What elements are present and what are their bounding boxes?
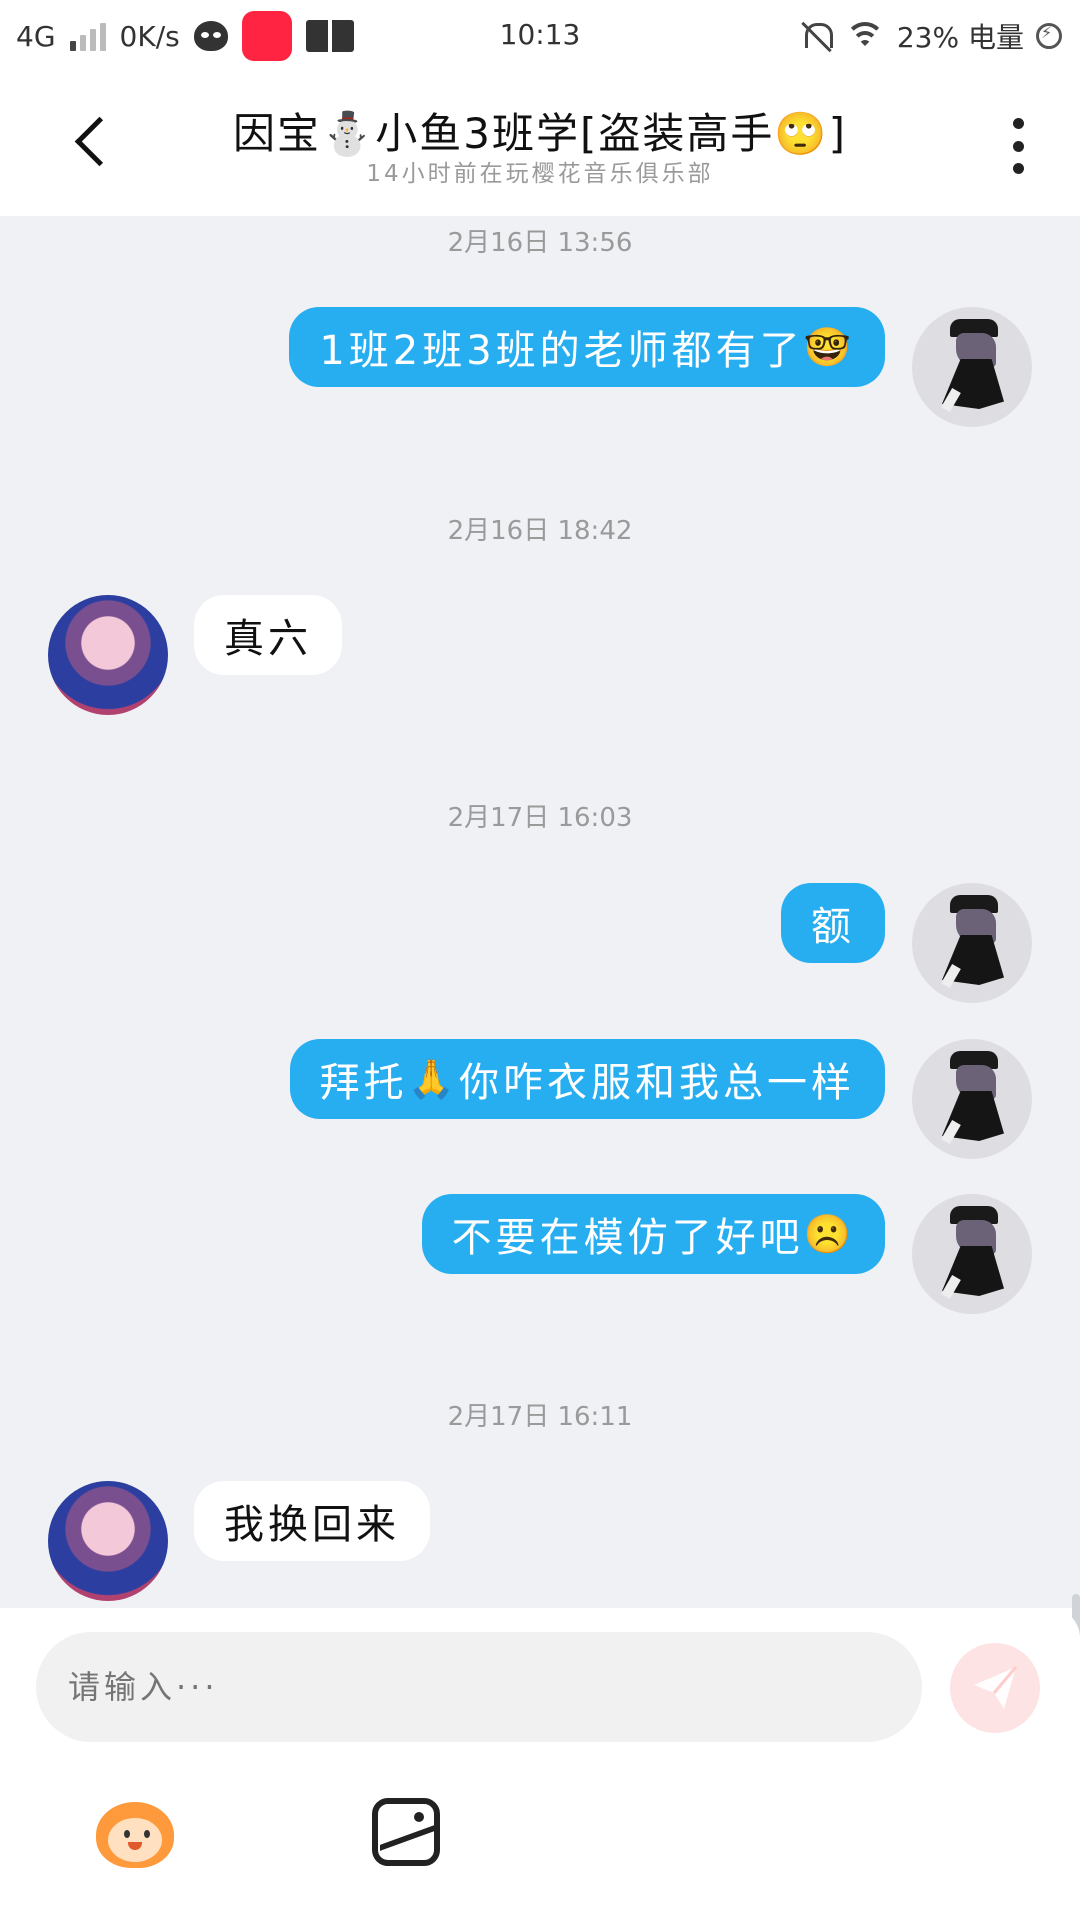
message-bubble-sent[interactable]: 拜托 🙏 你咋衣服和我总一样: [289, 1039, 885, 1119]
emoji-button[interactable]: [90, 1794, 180, 1870]
message-text: 我换回来: [224, 1502, 400, 1548]
my-avatar[interactable]: [912, 307, 1032, 427]
message-bubble-received[interactable]: 我换回来: [194, 1481, 430, 1561]
message-bubble-sent[interactable]: 额: [781, 883, 885, 963]
contact-avatar[interactable]: [48, 595, 168, 715]
paper-plane-icon: [974, 1666, 1018, 1709]
my-avatar[interactable]: [912, 1039, 1032, 1159]
charging-icon: [1036, 23, 1062, 49]
message-text: 拜托: [319, 1060, 408, 1106]
my-avatar[interactable]: [912, 883, 1032, 1003]
message-text: 1班2班3班的老师都有了: [319, 328, 804, 374]
chat-title: 因宝⛄小鱼3班学[盗装高手🙄]: [232, 109, 848, 158]
message-timestamp: 2月16日 18:42: [447, 516, 633, 546]
chat-messages[interactable]: 2月16日 13:56 1班2班3班的老师都有了 🤓 2月16日 18:42 真六…: [0, 216, 1080, 1680]
wifi-icon: [844, 20, 885, 52]
my-avatar[interactable]: [912, 1194, 1032, 1314]
send-button[interactable]: [950, 1643, 1040, 1733]
status-right: 23% 电量: [799, 16, 1062, 56]
message-bubble-sent[interactable]: 不要在模仿了好吧 ☹️: [421, 1194, 885, 1274]
message-bubble-sent[interactable]: 1班2班3班的老师都有了 🤓: [289, 307, 885, 387]
message-input[interactable]: [36, 1632, 922, 1742]
image-icon: [414, 1812, 424, 1822]
message-timestamp: 2月17日 16:11: [447, 1402, 633, 1432]
mute-bell-icon: [799, 19, 833, 53]
message-text: 你咋衣服和我总一样: [459, 1060, 855, 1106]
input-panel: [0, 1608, 1080, 1920]
message-text: 不要在模仿了好吧: [451, 1215, 804, 1261]
chat-header: 因宝⛄小鱼3班学[盗装高手🙄] 14小时前在玩樱花音乐俱乐部: [0, 72, 1080, 216]
message-text: 真六: [224, 616, 312, 662]
emoji-pray: 🙏: [407, 1057, 459, 1101]
message-text: 额: [811, 904, 855, 950]
battery-text: 23% 电量: [896, 21, 1024, 54]
message-bubble-received[interactable]: 真六: [194, 595, 342, 675]
back-button[interactable]: [70, 118, 118, 166]
emoji-nerd: 🤓: [803, 325, 855, 369]
image-button[interactable]: [372, 1798, 440, 1866]
chat-subtitle: 14小时前在玩樱花音乐俱乐部: [366, 161, 714, 187]
message-timestamp: 2月16日 13:56: [447, 228, 633, 258]
more-button[interactable]: [1008, 118, 1028, 174]
message-timestamp: 2月17日 16:03: [447, 803, 633, 833]
status-bar: 4G 0K/s 10:13 23% 电量: [0, 0, 1080, 72]
contact-avatar[interactable]: [48, 1481, 168, 1601]
emoji-frown: ☹️: [803, 1212, 855, 1256]
more-vertical-icon: [1012, 118, 1024, 129]
